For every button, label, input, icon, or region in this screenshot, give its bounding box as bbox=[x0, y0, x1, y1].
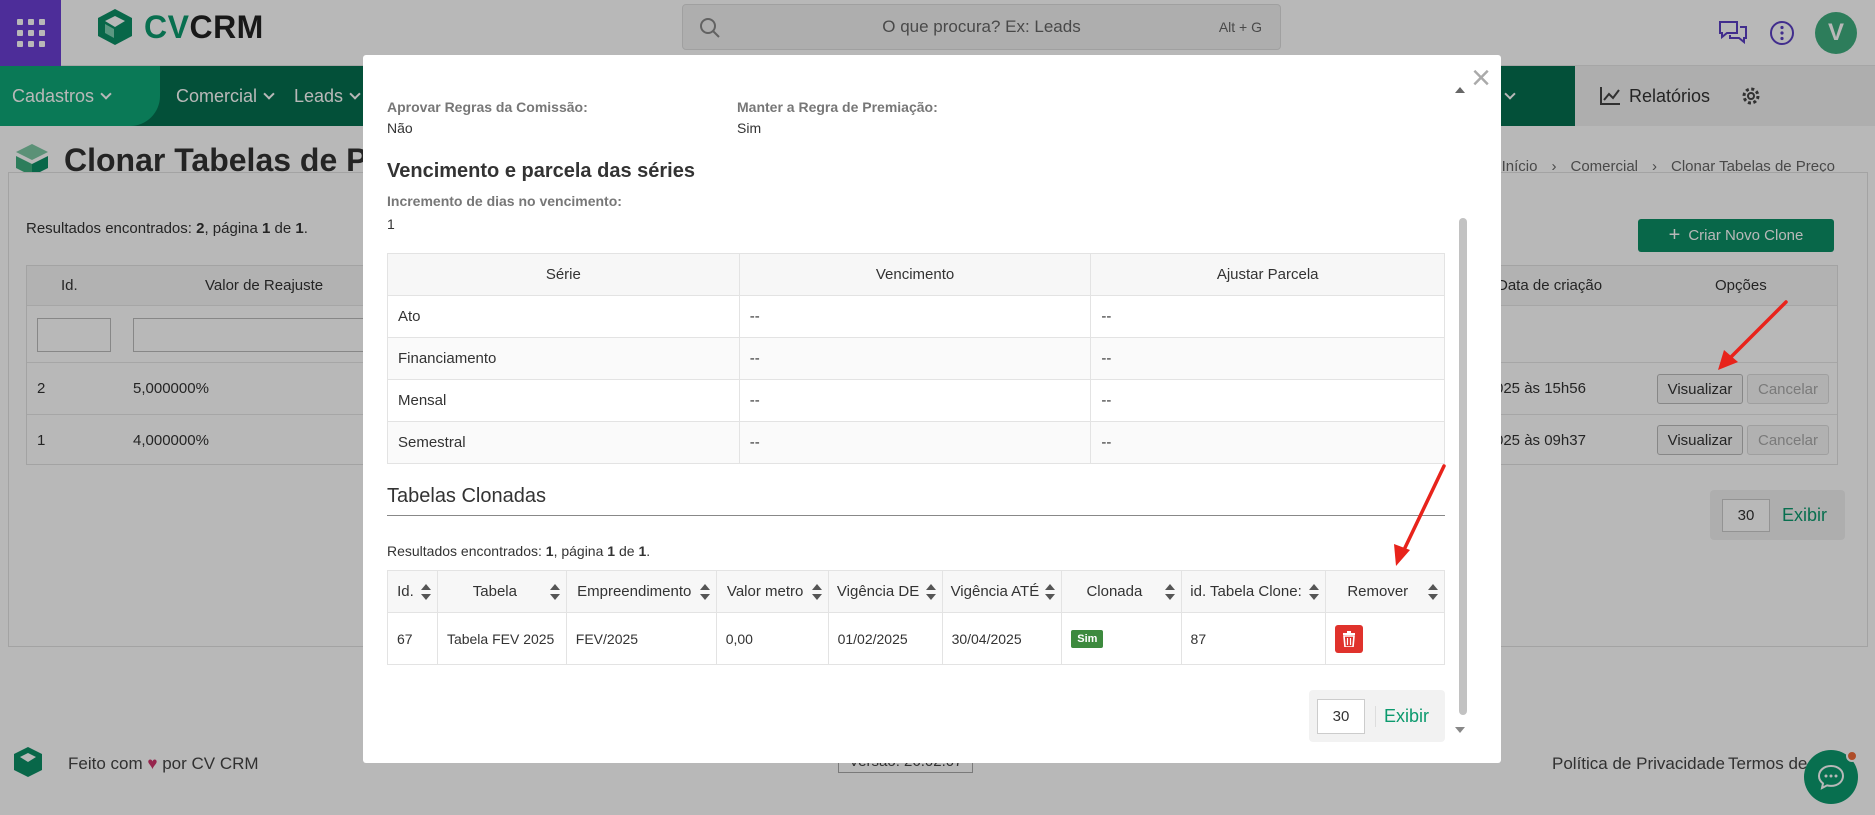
table-row: Mensal -- -- bbox=[387, 379, 1445, 422]
field-incremento: Incremento de dias no vencimento: 1 bbox=[387, 193, 622, 232]
column-header-id[interactable]: Id. bbox=[387, 570, 438, 613]
sort-icon bbox=[549, 584, 560, 600]
sort-icon bbox=[1164, 584, 1175, 600]
table-row: Ato -- -- bbox=[387, 295, 1445, 338]
column-header-id-clone[interactable]: id. Tabela Clone: bbox=[1181, 570, 1326, 613]
status-badge: Sim bbox=[1071, 630, 1104, 648]
scroll-up-icon[interactable] bbox=[1455, 87, 1465, 93]
cloned-results-summary: Resultados encontrados: 1, página 1 de 1… bbox=[387, 543, 651, 559]
column-header-vigencia-de[interactable]: Vigência DE bbox=[828, 570, 943, 613]
cloned-tables-table: Id. Tabela Empreendimento Valor metro Vi… bbox=[387, 570, 1445, 665]
sort-icon bbox=[1045, 584, 1056, 600]
table-row: Financiamento -- -- bbox=[387, 337, 1445, 380]
sort-icon bbox=[1308, 584, 1319, 600]
section-title: Vencimento e parcela das séries bbox=[387, 160, 695, 182]
divider bbox=[387, 515, 1445, 516]
column-header-clonada[interactable]: Clonada bbox=[1061, 570, 1182, 613]
field-aprovar-regras: Aprovar Regras da Comissão: Não bbox=[387, 99, 588, 136]
scrollbar[interactable] bbox=[1459, 218, 1467, 715]
clone-details-modal: × Aprovar Regras da Comissão: Não Manter… bbox=[363, 55, 1501, 763]
sort-icon bbox=[1428, 584, 1438, 600]
column-header-remover[interactable]: Remover bbox=[1325, 570, 1445, 613]
table-row: Semestral -- -- bbox=[387, 421, 1445, 464]
per-page-input[interactable]: 30 bbox=[1317, 698, 1365, 734]
column-header-valor-metro[interactable]: Valor metro bbox=[716, 570, 829, 613]
sort-icon bbox=[811, 584, 822, 600]
column-header-tabela[interactable]: Tabela bbox=[437, 570, 567, 613]
column-header-vigencia-ate[interactable]: Vigência ATÉ bbox=[942, 570, 1063, 613]
column-header-vencimento: Vencimento bbox=[739, 253, 1092, 296]
remove-button[interactable] bbox=[1334, 624, 1363, 653]
scroll-down-icon[interactable] bbox=[1455, 727, 1465, 733]
cloned-tables-title: Tabelas Clonadas bbox=[387, 485, 546, 507]
modal-pagination: 30 Exibir bbox=[1309, 690, 1445, 742]
sort-icon bbox=[925, 584, 936, 600]
show-button[interactable]: Exibir bbox=[1375, 705, 1429, 727]
column-header-serie: Série bbox=[387, 253, 740, 296]
close-icon[interactable]: × bbox=[1471, 61, 1491, 95]
table-row: 67 Tabela FEV 2025 FEV/2025 0,00 01/02/2… bbox=[387, 612, 1445, 665]
series-table: Série Vencimento Ajustar Parcela Ato -- --… bbox=[387, 253, 1445, 464]
trash-icon bbox=[1342, 630, 1355, 647]
sort-icon bbox=[699, 584, 710, 600]
column-header-ajustar: Ajustar Parcela bbox=[1090, 253, 1445, 296]
sort-icon bbox=[420, 584, 431, 600]
column-header-empreendimento[interactable]: Empreendimento bbox=[566, 570, 717, 613]
field-manter-regra: Manter a Regra de Premiação: Sim bbox=[737, 99, 938, 136]
